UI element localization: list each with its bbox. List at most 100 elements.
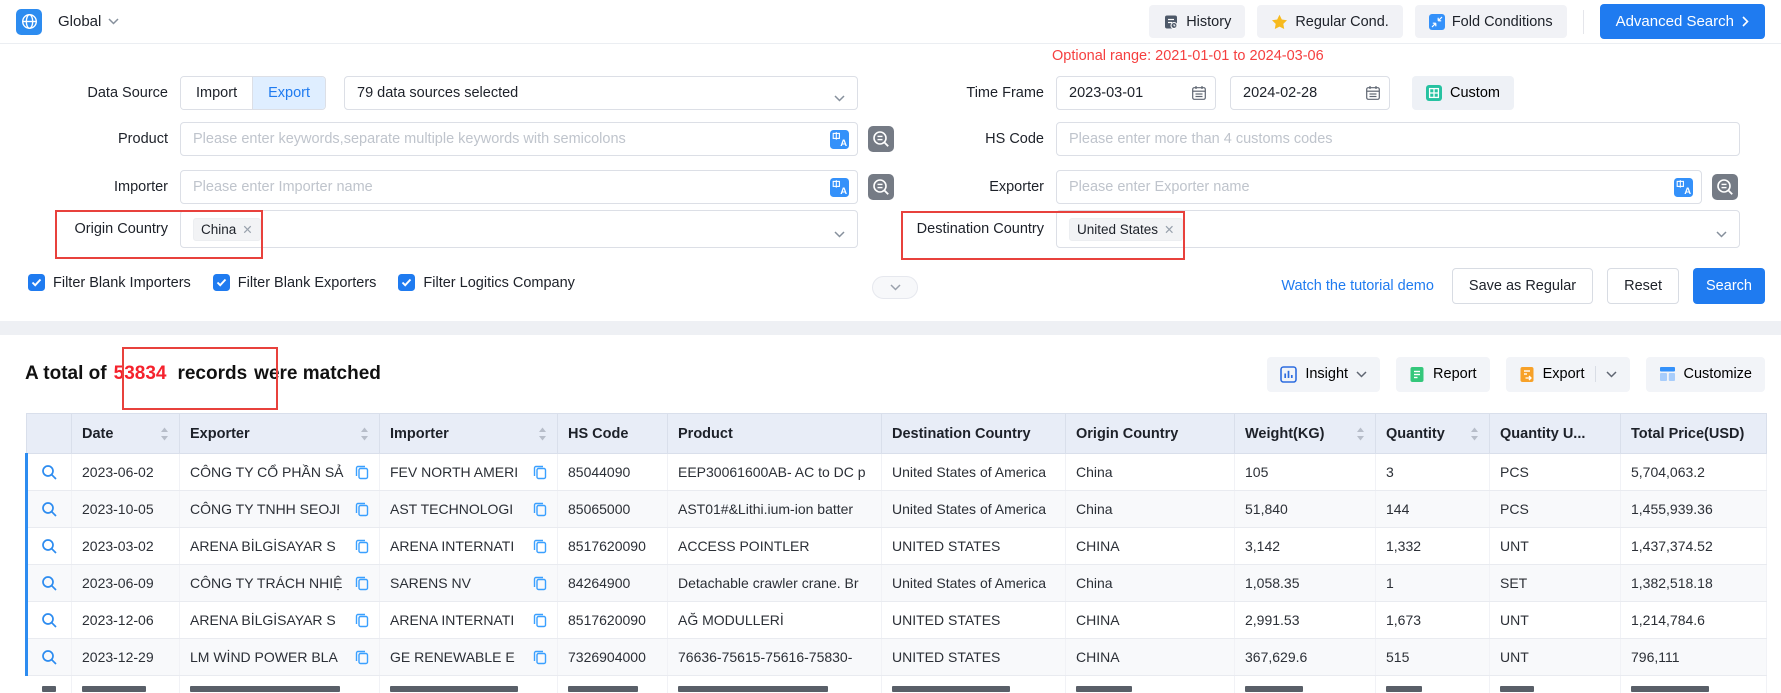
row-preview-cell <box>27 454 72 491</box>
column-header-date[interactable]: Date <box>72 414 180 454</box>
sort-icon[interactable] <box>538 427 547 441</box>
custom-range-button[interactable]: Custom <box>1412 76 1514 110</box>
preview-magnifier-icon[interactable] <box>41 501 58 518</box>
cell-total_price_usd: 1,382,518.18 <box>1621 565 1767 602</box>
tab-import[interactable]: Import <box>181 77 253 109</box>
sort-icon[interactable] <box>160 427 169 441</box>
translate-icon[interactable]: A <box>830 130 849 149</box>
cell-total_price_usd: 1,455,939.36 <box>1621 491 1767 528</box>
reset-button[interactable]: Reset <box>1607 268 1679 304</box>
cell-exporter: ARENA BİLGİSAYAR S <box>180 528 380 565</box>
cell-quantity_unit: UNT <box>1490 528 1621 565</box>
copy-icon[interactable] <box>355 650 369 665</box>
cell-importer: GE RENEWABLE E <box>380 639 558 676</box>
preview-magnifier-icon[interactable] <box>41 649 58 666</box>
checkbox-filter-blank-exporters[interactable]: Filter Blank Exporters <box>213 274 377 291</box>
calendar-icon[interactable] <box>1365 85 1381 101</box>
insight-label: Insight <box>1305 366 1348 382</box>
importer-name: ARENA INTERNATI <box>390 612 514 628</box>
exporter-input[interactable] <box>1056 170 1702 204</box>
preview-magnifier-icon[interactable] <box>41 575 58 592</box>
preview-magnifier-icon[interactable] <box>41 464 58 481</box>
remove-tag-icon[interactable]: ✕ <box>242 222 252 237</box>
save-as-regular-button[interactable]: Save as Regular <box>1452 268 1593 304</box>
copy-icon[interactable] <box>355 502 369 517</box>
copy-icon[interactable] <box>533 576 547 591</box>
exact-match-icon[interactable] <box>1712 174 1738 200</box>
exporter-name: CÔNG TY CỔ PHẦN SẢ <box>190 464 344 480</box>
report-button[interactable]: Report <box>1396 357 1490 392</box>
cell-quantity_unit: UNT <box>1490 639 1621 676</box>
preview-magnifier-icon[interactable] <box>41 538 58 555</box>
clipped-cell <box>1490 676 1621 693</box>
cell-product: 76636-75615-75616-75830- <box>668 639 882 676</box>
tutorial-demo-link[interactable]: Watch the tutorial demo <box>1281 278 1434 294</box>
cell-date: 2023-06-02 <box>72 454 180 491</box>
search-button[interactable]: Search <box>1693 268 1765 304</box>
column-header-importer[interactable]: Importer <box>380 414 558 454</box>
product-input[interactable] <box>180 122 858 156</box>
column-header-weight_kg[interactable]: Weight(KG) <box>1235 414 1376 454</box>
cell-hs_code: 85065000 <box>558 491 668 528</box>
preview-magnifier-icon[interactable] <box>41 612 58 629</box>
column-header-quantity[interactable]: Quantity <box>1376 414 1490 454</box>
translate-icon[interactable]: A <box>1674 178 1693 197</box>
cell-exporter: CÔNG TY TRÁCH NHIỆ <box>180 565 380 602</box>
report-label: Report <box>1433 366 1477 382</box>
cell-quantity: 1,332 <box>1376 528 1490 565</box>
copy-icon[interactable] <box>355 539 369 554</box>
data-sources-select[interactable]: 79 data sources selected <box>344 76 858 110</box>
cell-destination_country: United States of America <box>882 565 1066 602</box>
exact-match-icon[interactable] <box>868 174 894 200</box>
copy-icon[interactable] <box>533 613 547 628</box>
product-field: A <box>180 122 858 156</box>
destination-country-select[interactable]: United States ✕ <box>1056 210 1740 248</box>
sort-icon[interactable] <box>1470 427 1479 441</box>
fold-conditions-button[interactable]: Fold Conditions <box>1415 5 1567 38</box>
cell-quantity: 1,673 <box>1376 602 1490 639</box>
sort-icon[interactable] <box>360 427 369 441</box>
importer-input[interactable] <box>180 170 858 204</box>
checkbox-filter-blank-importers[interactable]: Filter Blank Importers <box>28 274 191 291</box>
exact-match-icon[interactable] <box>868 126 894 152</box>
sort-icon[interactable] <box>1356 427 1365 441</box>
translate-icon[interactable]: A <box>830 178 849 197</box>
cell-date: 2023-10-05 <box>72 491 180 528</box>
export-label: Export <box>1543 366 1585 382</box>
row-preview-cell <box>27 565 72 602</box>
clipped-cell <box>1235 676 1376 693</box>
cell-quantity_unit: SET <box>1490 565 1621 602</box>
history-button[interactable]: History <box>1149 5 1245 38</box>
table-row: 2023-06-02 CÔNG TY CỔ PHẦN SẢ FEV NORTH AM… <box>27 454 1767 491</box>
tab-export[interactable]: Export <box>253 77 325 109</box>
insight-button[interactable]: Insight <box>1267 357 1380 392</box>
copy-icon[interactable] <box>533 539 547 554</box>
copy-icon[interactable] <box>355 465 369 480</box>
checkbox-filter-logitics-company[interactable]: Filter Logitics Company <box>398 274 575 291</box>
destination-country-tag: United States ✕ <box>1069 218 1183 241</box>
copy-icon[interactable] <box>533 502 547 517</box>
data-source-toggle: Import Export <box>180 76 326 110</box>
remove-tag-icon[interactable]: ✕ <box>1164 222 1174 237</box>
region-selector[interactable]: Global <box>58 13 119 30</box>
cell-weight_kg: 2,991.53 <box>1235 602 1376 639</box>
tag-label: United States <box>1077 222 1158 237</box>
copy-icon[interactable] <box>355 613 369 628</box>
advanced-search-button[interactable]: Advanced Search <box>1600 4 1765 39</box>
customize-button[interactable]: Customize <box>1646 357 1766 392</box>
cell-product: AĞ MODULLERİ <box>668 602 882 639</box>
export-button[interactable]: Export <box>1506 357 1630 392</box>
cell-importer: FEV NORTH AMERI <box>380 454 558 491</box>
svg-text:A: A <box>840 138 847 149</box>
end-date-field <box>1230 76 1390 110</box>
column-header-exporter[interactable]: Exporter <box>180 414 380 454</box>
regular-cond-button[interactable]: Regular Cond. <box>1257 5 1403 38</box>
copy-icon[interactable] <box>533 465 547 480</box>
copy-icon[interactable] <box>533 650 547 665</box>
calendar-icon[interactable] <box>1191 85 1207 101</box>
clipped-cell <box>380 676 558 693</box>
copy-icon[interactable] <box>355 576 369 591</box>
origin-country-select[interactable]: China ✕ <box>180 210 858 248</box>
hs-code-input[interactable] <box>1056 122 1740 156</box>
collapse-conditions-toggle[interactable] <box>872 276 918 299</box>
